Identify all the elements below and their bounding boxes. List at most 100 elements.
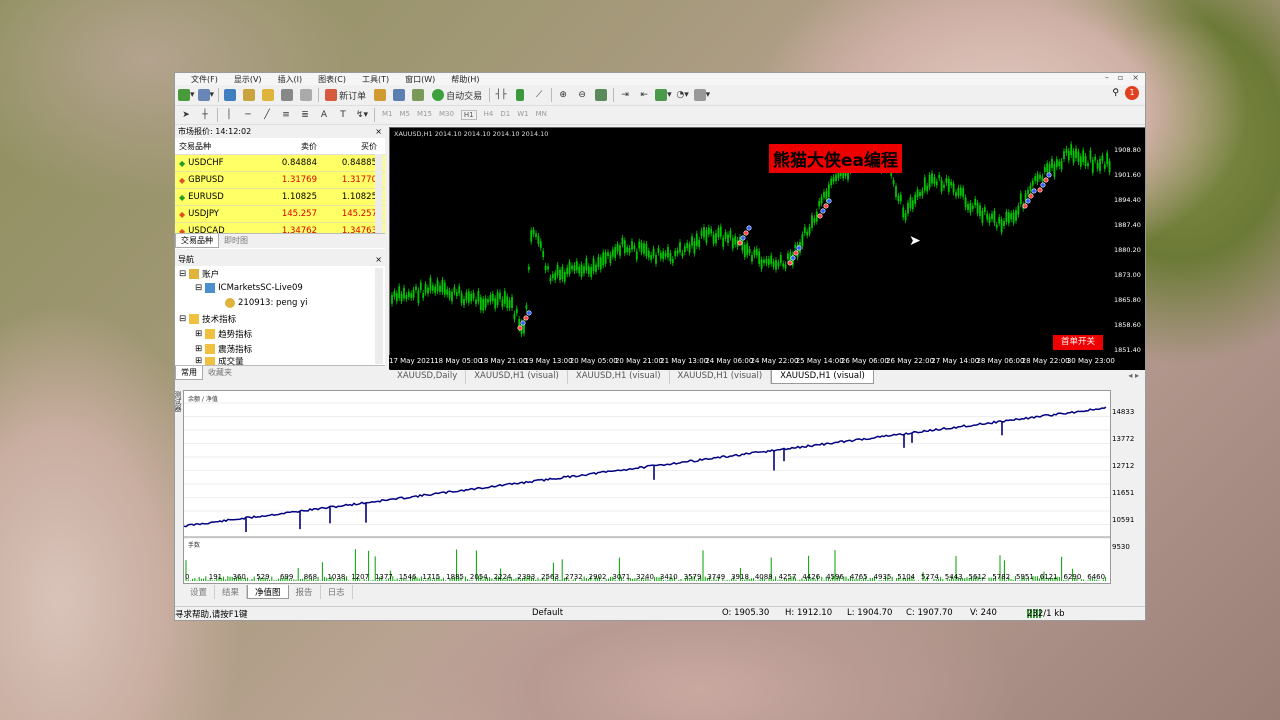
navigator-scrollbar[interactable] [375,268,383,364]
text-button[interactable]: A [316,107,332,123]
zoom-in-button[interactable]: ⊕ [555,87,571,103]
expand-icon[interactable]: ⊞ [195,344,202,354]
menu-item-4[interactable]: 工具(T) [362,74,389,85]
timeframe-w1-button[interactable]: W1 [517,110,528,120]
price-chart[interactable]: XAUUSD,H1 2014.10 2014.10 2014.10 2014.1… [389,127,1114,372]
bar-chart-button[interactable]: ┤├ [493,87,509,103]
chart-tab[interactable]: XAUUSD,H1 (visual) [670,370,772,384]
new-chart-button[interactable]: ▾ [178,87,195,103]
minimize-button[interactable]: – [1105,73,1109,82]
market-watch-button[interactable] [222,87,238,103]
column-bid[interactable]: 卖价 [261,141,321,152]
equidistant-channel-button[interactable]: ≡ [278,107,294,123]
tester-tab[interactable]: 报告 [289,585,321,599]
menu-item-0[interactable]: 文件(F) [191,74,218,85]
horizontal-line-button[interactable]: ─ [240,107,256,123]
candle-body [484,298,487,308]
tab-symbols[interactable]: 交易品种 [175,234,219,248]
fibonacci-button[interactable]: ≣ [297,107,313,123]
collapse-icon[interactable]: ⊟ [179,269,186,279]
chart-tab[interactable]: XAUUSD,H1 (visual) [466,370,568,384]
bar-chart-icon: ┤├ [495,90,507,100]
expand-icon[interactable]: ⊞ [195,329,202,339]
text-label-button[interactable]: T [335,107,351,123]
first-order-toggle-button[interactable]: 首单开关 [1053,335,1103,350]
candle-body [911,200,914,210]
arrows-button[interactable]: ↯ ▾ [354,107,370,123]
close-icon[interactable]: × [375,255,382,264]
vertical-line-button[interactable]: │ [221,107,237,123]
search-icon[interactable]: ⚲ [1112,88,1119,98]
data-window-button[interactable] [241,87,257,103]
tester-button[interactable] [298,87,314,103]
candle-chart-button[interactable] [512,87,528,103]
tab-favorites[interactable]: 收藏夹 [203,366,237,380]
crosshair-button[interactable]: ┼ [197,107,213,123]
menu-item-2[interactable]: 插入(I) [278,74,303,85]
chart-tab[interactable]: XAUUSD,H1 (visual) [568,370,670,384]
terminal-button[interactable] [279,87,295,103]
zoom-out-button[interactable]: ⊖ [574,87,590,103]
periods-button[interactable]: ◔ ▾ [675,87,691,103]
candle-body [537,235,540,244]
chart-shift-button[interactable]: ⇥ [617,87,633,103]
timeframe-d1-button[interactable]: D1 [500,110,510,120]
tester-tab[interactable]: 日志 [321,585,353,599]
timeframe-m15-button[interactable]: M15 [417,110,432,120]
quote-row[interactable]: ◆ USDJPY 145.257 145.257 [175,206,385,223]
restore-button[interactable]: ▫ [1118,73,1123,82]
tab-tick-chart[interactable]: 即时图 [219,234,253,248]
candle-body [410,293,413,298]
cursor-button[interactable]: ➤ [178,107,194,123]
tester-tab[interactable]: 结果 [215,585,248,599]
expand-icon[interactable]: ⊞ [195,357,202,365]
timeframe-mn-button[interactable]: MN [536,110,547,120]
chart-tab[interactable]: XAUUSD,Daily [389,370,467,384]
tile-windows-button[interactable] [593,87,609,103]
quote-row[interactable]: ◆ GBPUSD 1.31769 1.31770 [175,172,385,189]
autoscroll-button[interactable]: ⇤ [636,87,652,103]
indicators-button[interactable]: ▾ [655,87,672,103]
tree-item-accounts[interactable]: ⊟ 账户 [179,268,219,280]
timeframe-m5-button[interactable]: M5 [400,110,411,120]
tree-item-server[interactable]: ⊟ ICMarketsSC-Live09 [195,283,303,293]
auto-trading-button[interactable]: 自动交易 [429,87,485,103]
tester-tab[interactable]: 设置 [183,585,216,599]
timeframe-m30-button[interactable]: M30 [439,110,454,120]
tree-item-indicators[interactable]: ⊟ 技术指标 [179,313,236,325]
candle-body [1055,159,1058,168]
notification-badge[interactable]: 1 [1125,86,1139,100]
close-icon[interactable]: × [375,127,382,136]
tester-tab[interactable]: 净值图 [247,585,289,599]
profiles-button[interactable]: ▾ [197,87,214,103]
column-ask[interactable]: 买价 [321,141,381,152]
menu-item-1[interactable]: 显示(V) [234,74,262,85]
menu-item-5[interactable]: 窗口(W) [405,74,435,85]
collapse-icon[interactable]: ⊟ [179,314,186,324]
column-symbol[interactable]: 交易品种 [175,141,261,152]
timeframe-m1-button[interactable]: M1 [382,110,393,120]
quote-row[interactable]: ◆ USDCHF 0.84884 0.84885 [175,155,385,172]
chart-tab[interactable]: XAUUSD,H1 (visual) [771,370,874,384]
quote-row[interactable]: ◆ EURUSD 1.10825 1.10825 [175,189,385,206]
signals-button[interactable] [410,87,426,103]
menu-item-3[interactable]: 图表(C) [318,74,346,85]
tree-item-oscillators[interactable]: ⊞ 震荡指标 [195,343,252,355]
timeframe-h4-button[interactable]: H4 [484,110,494,120]
navigator-button[interactable] [260,87,276,103]
tree-item-account[interactable]: 210913: peng yi [225,298,308,308]
line-chart-button[interactable]: ⟋ [531,87,547,103]
trendline-button[interactable]: ╱ [259,107,275,123]
new-order-button[interactable]: 新订单 [322,87,369,103]
chart-tab-scroll[interactable]: ◂ ▸ [1128,371,1139,380]
metaeditor-button[interactable] [372,87,388,103]
collapse-icon[interactable]: ⊟ [195,283,202,293]
tab-common[interactable]: 常用 [175,366,203,380]
menu-item-6[interactable]: 帮助(H) [451,74,479,85]
tree-item-volumes[interactable]: ⊞ 成交量 [195,357,244,365]
templates-button[interactable]: ▾ [693,87,710,103]
account-button[interactable] [391,87,407,103]
close-button[interactable]: × [1132,73,1139,82]
timeframe-h1-button[interactable]: H1 [460,110,477,120]
tree-item-trend[interactable]: ⊞ 趋势指标 [195,328,252,340]
